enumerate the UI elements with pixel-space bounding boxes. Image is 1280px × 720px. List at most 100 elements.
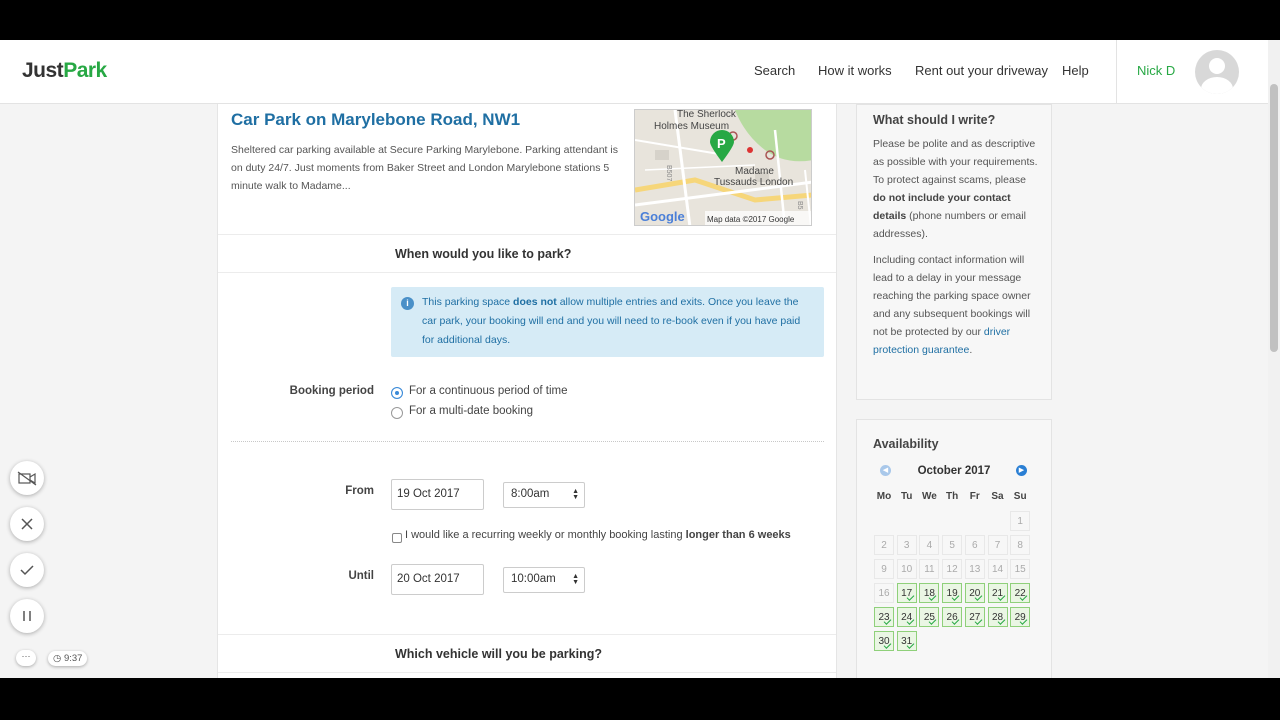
from-time-select[interactable]: 8:00am ▲ ▼ xyxy=(503,482,585,508)
calendar-day-26[interactable]: 26 xyxy=(942,607,963,627)
calendar-day-14: 14 xyxy=(987,559,1008,579)
svg-text:Holmes Museum: Holmes Museum xyxy=(654,121,729,132)
select-arrow-icon: ▲ ▼ xyxy=(572,488,579,501)
calendar-day-1: 1 xyxy=(1010,511,1031,531)
camera-off-icon xyxy=(17,471,37,486)
location-map[interactable]: P The Sherlock Holmes Museum Madame Tuss… xyxy=(634,109,812,226)
browser-viewport: JustPark Search How it works Rent out yo… xyxy=(0,40,1280,678)
camera-off-button[interactable] xyxy=(10,461,44,495)
calendar-day-29[interactable]: 29 xyxy=(1010,607,1031,627)
calendar-day-12: 12 xyxy=(942,559,963,579)
site-header: JustPark Search How it works Rent out yo… xyxy=(0,40,1268,104)
check-icon xyxy=(20,565,34,576)
svg-text:Madame: Madame xyxy=(735,166,774,177)
header-divider xyxy=(1116,40,1117,104)
svg-text:Tussauds London: Tussauds London xyxy=(714,177,793,188)
close-recording-button[interactable] xyxy=(10,507,44,541)
help-title: What should I write? xyxy=(873,113,996,127)
help-card: What should I write? Please be polite an… xyxy=(856,104,1052,400)
map-attribution: Map data ©2017 Google xyxy=(707,215,795,224)
help-paragraph-2: Including contact information will lead … xyxy=(873,254,1031,356)
calendar-day-2: 2 xyxy=(874,535,894,555)
recurring-booking-label[interactable]: I would like a recurring weekly or month… xyxy=(405,529,791,541)
svg-text:P: P xyxy=(717,136,726,151)
calendar-day-28[interactable]: 28 xyxy=(987,607,1008,627)
calendar-day-7: 7 xyxy=(987,535,1008,555)
calendar-day-31[interactable]: 31 xyxy=(896,631,917,651)
until-date-input[interactable]: 20 Oct 2017 xyxy=(391,564,484,595)
nav-rent-out-driveway[interactable]: Rent out your driveway xyxy=(915,63,1048,78)
calendar-day-11: 11 xyxy=(919,559,940,579)
continuous-period-label[interactable]: For a continuous period of time xyxy=(409,385,568,397)
availability-title: Availability xyxy=(873,437,939,451)
justpark-logo[interactable]: JustPark xyxy=(22,59,107,83)
from-date-input[interactable]: 19 Oct 2017 xyxy=(391,479,484,510)
calendar-day-18[interactable]: 18 xyxy=(919,583,940,603)
finish-recording-button[interactable] xyxy=(10,553,44,587)
dotted-divider xyxy=(231,441,824,442)
calendar-day-5: 5 xyxy=(942,535,963,555)
weekday-su: Su xyxy=(1013,491,1027,502)
page-scrollbar[interactable] xyxy=(1268,40,1280,678)
booking-card: Car Park on Marylebone Road, NW1 Shelter… xyxy=(217,104,837,678)
calendar-day-6: 6 xyxy=(964,535,985,555)
recurring-booking-checkbox[interactable] xyxy=(392,533,402,543)
divider xyxy=(218,634,836,635)
radio-multi-date[interactable] xyxy=(391,407,403,419)
until-label: Until xyxy=(348,570,374,582)
more-options-button[interactable]: ··· xyxy=(16,650,36,666)
recording-timer: ◷ 9:37 xyxy=(48,651,88,666)
when-section-title: When would you like to park? xyxy=(395,247,572,261)
scrollbar-thumb[interactable] xyxy=(1270,84,1278,352)
close-icon xyxy=(21,518,33,530)
calendar-day-20[interactable]: 20 xyxy=(964,583,985,603)
multi-date-label[interactable]: For a multi-date booking xyxy=(409,405,533,417)
nav-how-it-works[interactable]: How it works xyxy=(818,63,892,78)
calendar-day-8: 8 xyxy=(1010,535,1031,555)
svg-text:B5: B5 xyxy=(796,201,803,210)
availability-card: Availability ◀ October 2017 ▶ Mo Tu We Th Fr… xyxy=(856,419,1052,678)
booking-period-label: Booking period xyxy=(289,385,374,397)
from-label: From xyxy=(345,485,374,497)
calendar-day-4: 4 xyxy=(919,535,940,555)
nav-help[interactable]: Help xyxy=(1062,63,1089,78)
radio-continuous-period[interactable] xyxy=(391,387,403,399)
clock-icon: ◷ xyxy=(53,653,64,664)
user-name-link[interactable]: Nick D xyxy=(1137,63,1175,78)
svg-text:B507: B507 xyxy=(665,165,672,181)
calendar-day-13: 13 xyxy=(964,559,985,579)
calendar-day-27[interactable]: 27 xyxy=(964,607,985,627)
divider xyxy=(218,234,836,235)
calendar-day-30[interactable]: 30 xyxy=(874,631,894,651)
calendar-day-17[interactable]: 17 xyxy=(896,583,917,603)
user-avatar[interactable] xyxy=(1195,50,1239,94)
svg-text:The Sherlock: The Sherlock xyxy=(677,110,737,120)
calendar-day-22[interactable]: 22 xyxy=(1010,583,1031,603)
listing-title[interactable]: Car Park on Marylebone Road, NW1 xyxy=(231,110,520,130)
notice-text: This parking space does not allow multip… xyxy=(422,296,801,346)
calendar-day-23[interactable]: 23 xyxy=(874,607,894,627)
divider xyxy=(218,272,836,273)
pause-recording-button[interactable] xyxy=(10,599,44,633)
weekday-tu: Tu xyxy=(900,491,913,502)
next-month-icon[interactable]: ▶ xyxy=(1016,465,1027,476)
weekday-sa: Sa xyxy=(991,491,1004,502)
select-arrow-icon: ▲ ▼ xyxy=(572,573,579,586)
google-logo: Google xyxy=(640,209,685,224)
nav-search[interactable]: Search xyxy=(754,63,795,78)
calendar-day-24[interactable]: 24 xyxy=(896,607,917,627)
weekday-fr: Fr xyxy=(969,491,980,502)
calendar-day-16: 16 xyxy=(874,583,894,603)
calendar-day-3: 3 xyxy=(896,535,917,555)
vehicle-section-title: Which vehicle will you be parking? xyxy=(395,647,602,661)
calendar-day-10: 10 xyxy=(896,559,917,579)
calendar-day-21[interactable]: 21 xyxy=(987,583,1008,603)
entry-exit-notice: i This parking space does not allow mult… xyxy=(391,287,824,357)
weekday-we: We xyxy=(921,491,937,502)
calendar-day-19[interactable]: 19 xyxy=(942,583,963,603)
calendar-day-9: 9 xyxy=(874,559,894,579)
calendar-day-25[interactable]: 25 xyxy=(919,607,940,627)
weekday-mo: Mo xyxy=(876,491,892,502)
divider xyxy=(218,672,836,673)
until-time-select[interactable]: 10:00am ▲ ▼ xyxy=(503,567,585,593)
